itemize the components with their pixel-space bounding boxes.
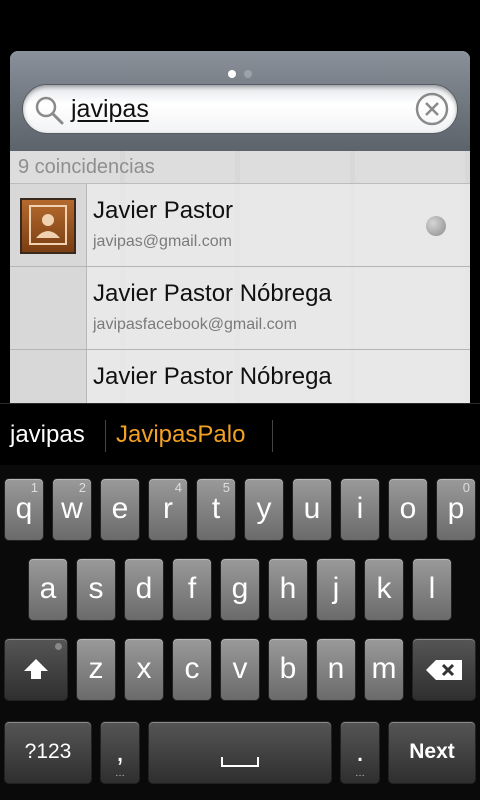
search-header: javipas [10,51,470,151]
key-z[interactable]: z [76,638,116,701]
key-o[interactable]: o [388,478,428,541]
key-c[interactable]: c [172,638,212,701]
keyboard: 1q 2w e 4r 5t y u i o 0p a s d f g h j k… [0,465,480,800]
contact-name: Javier Pastor Nóbrega [93,280,332,307]
key-w[interactable]: 2w [52,478,92,541]
result-row[interactable]: Javier Pastor javipas@gmail.com [10,184,470,267]
search-input[interactable]: javipas [22,84,458,134]
page-dot-1 [228,70,236,78]
key-y[interactable]: y [244,478,284,541]
key-q[interactable]: 1q [4,478,44,541]
space-icon [221,757,259,767]
contact-email: javipas@gmail.com [93,233,232,250]
thumbnail-column [10,184,87,266]
shift-lock-indicator [55,643,62,650]
comma-key[interactable]: ,… [100,721,140,784]
backspace-icon [426,660,462,680]
key-b[interactable]: b [268,638,308,701]
suggestion-bar: javipas JavipasPalo [0,403,480,465]
contact-photo [20,198,76,254]
key-f[interactable]: f [172,558,212,621]
key-a[interactable]: a [28,558,68,621]
shift-icon [24,659,48,679]
result-row[interactable]: Javier Pastor Nóbrega [10,350,470,403]
key-e[interactable]: e [100,478,140,541]
key-d[interactable]: d [124,558,164,621]
result-row[interactable]: Javier Pastor Nóbrega javipasfacebook@gm… [10,267,470,350]
page-indicator [10,65,470,83]
contact-card-icon [29,205,67,245]
results-list: 9 coincidencias Javier Pastor javipas@gm… [10,151,470,403]
shift-key[interactable] [4,638,68,701]
contact-name: Javier Pastor Nóbrega [93,363,332,390]
divider [272,420,273,452]
divider [105,420,106,452]
more-keys-icon: … [115,768,125,779]
thumbnail-column [10,350,87,403]
page-dot-2 [244,70,252,78]
key-g[interactable]: g [220,558,260,621]
suggestion-item[interactable]: javipas [10,404,85,466]
key-r[interactable]: 4r [148,478,188,541]
key-j[interactable]: j [316,558,356,621]
search-panel: javipas 9 coincidencias Javier Pastor ja… [10,51,470,403]
key-t[interactable]: 5t [196,478,236,541]
suggestion-item[interactable]: JavipasPalo [116,404,245,466]
key-n[interactable]: n [316,638,356,701]
symbols-key[interactable]: ?123 [4,721,92,784]
more-keys-icon: … [355,768,365,779]
key-k[interactable]: k [364,558,404,621]
thumbnail-column [10,267,87,349]
key-u[interactable]: u [292,478,332,541]
key-v[interactable]: v [220,638,260,701]
key-i[interactable]: i [340,478,380,541]
next-key[interactable]: Next [388,721,476,784]
key-x[interactable]: x [124,638,164,701]
key-l[interactable]: l [412,558,452,621]
key-h[interactable]: h [268,558,308,621]
key-p[interactable]: 0p [436,478,476,541]
clear-icon[interactable] [415,92,449,126]
backspace-key[interactable] [412,638,476,701]
key-s[interactable]: s [76,558,116,621]
search-icon [35,96,64,125]
results-count: 9 coincidencias [10,151,470,184]
contact-name: Javier Pastor [93,197,234,224]
key-m[interactable]: m [364,638,404,701]
space-key[interactable] [148,721,332,784]
contact-email: javipasfacebook@gmail.com [93,316,297,333]
period-key[interactable]: .… [340,721,380,784]
status-indicator-icon [426,216,446,236]
search-query[interactable]: javipas [71,95,149,124]
